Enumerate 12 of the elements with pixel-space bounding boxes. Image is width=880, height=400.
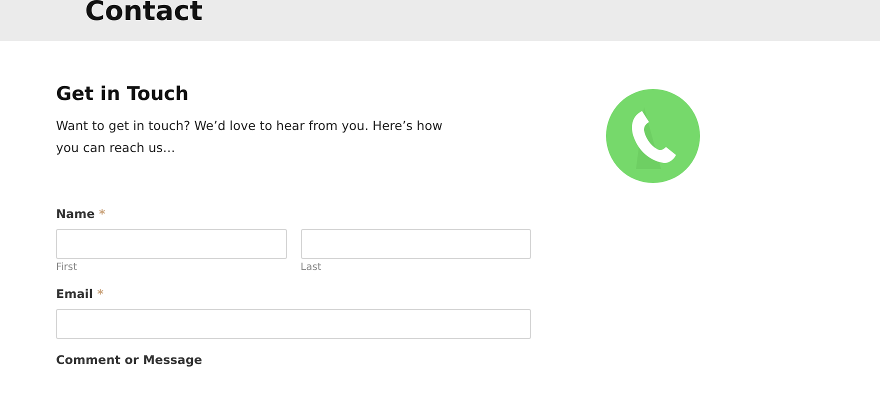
text-field[interactable] (56, 229, 286, 259)
field-label: Email * (56, 287, 104, 301)
section-heading: Get in Touch (56, 82, 190, 107)
phone-icon (606, 89, 700, 183)
page-title: Contact (85, 0, 204, 29)
intro-text: Want to get in touch? We’d love to hear from you. Here’s how you can reach us… (56, 117, 444, 157)
field-sublabel: First (56, 262, 78, 273)
field-sublabel: Last (300, 262, 322, 273)
text-field[interactable] (300, 229, 531, 259)
field-label: Comment or Message (56, 353, 204, 367)
email-field[interactable] (56, 309, 531, 339)
field-label: Name * (56, 207, 106, 221)
